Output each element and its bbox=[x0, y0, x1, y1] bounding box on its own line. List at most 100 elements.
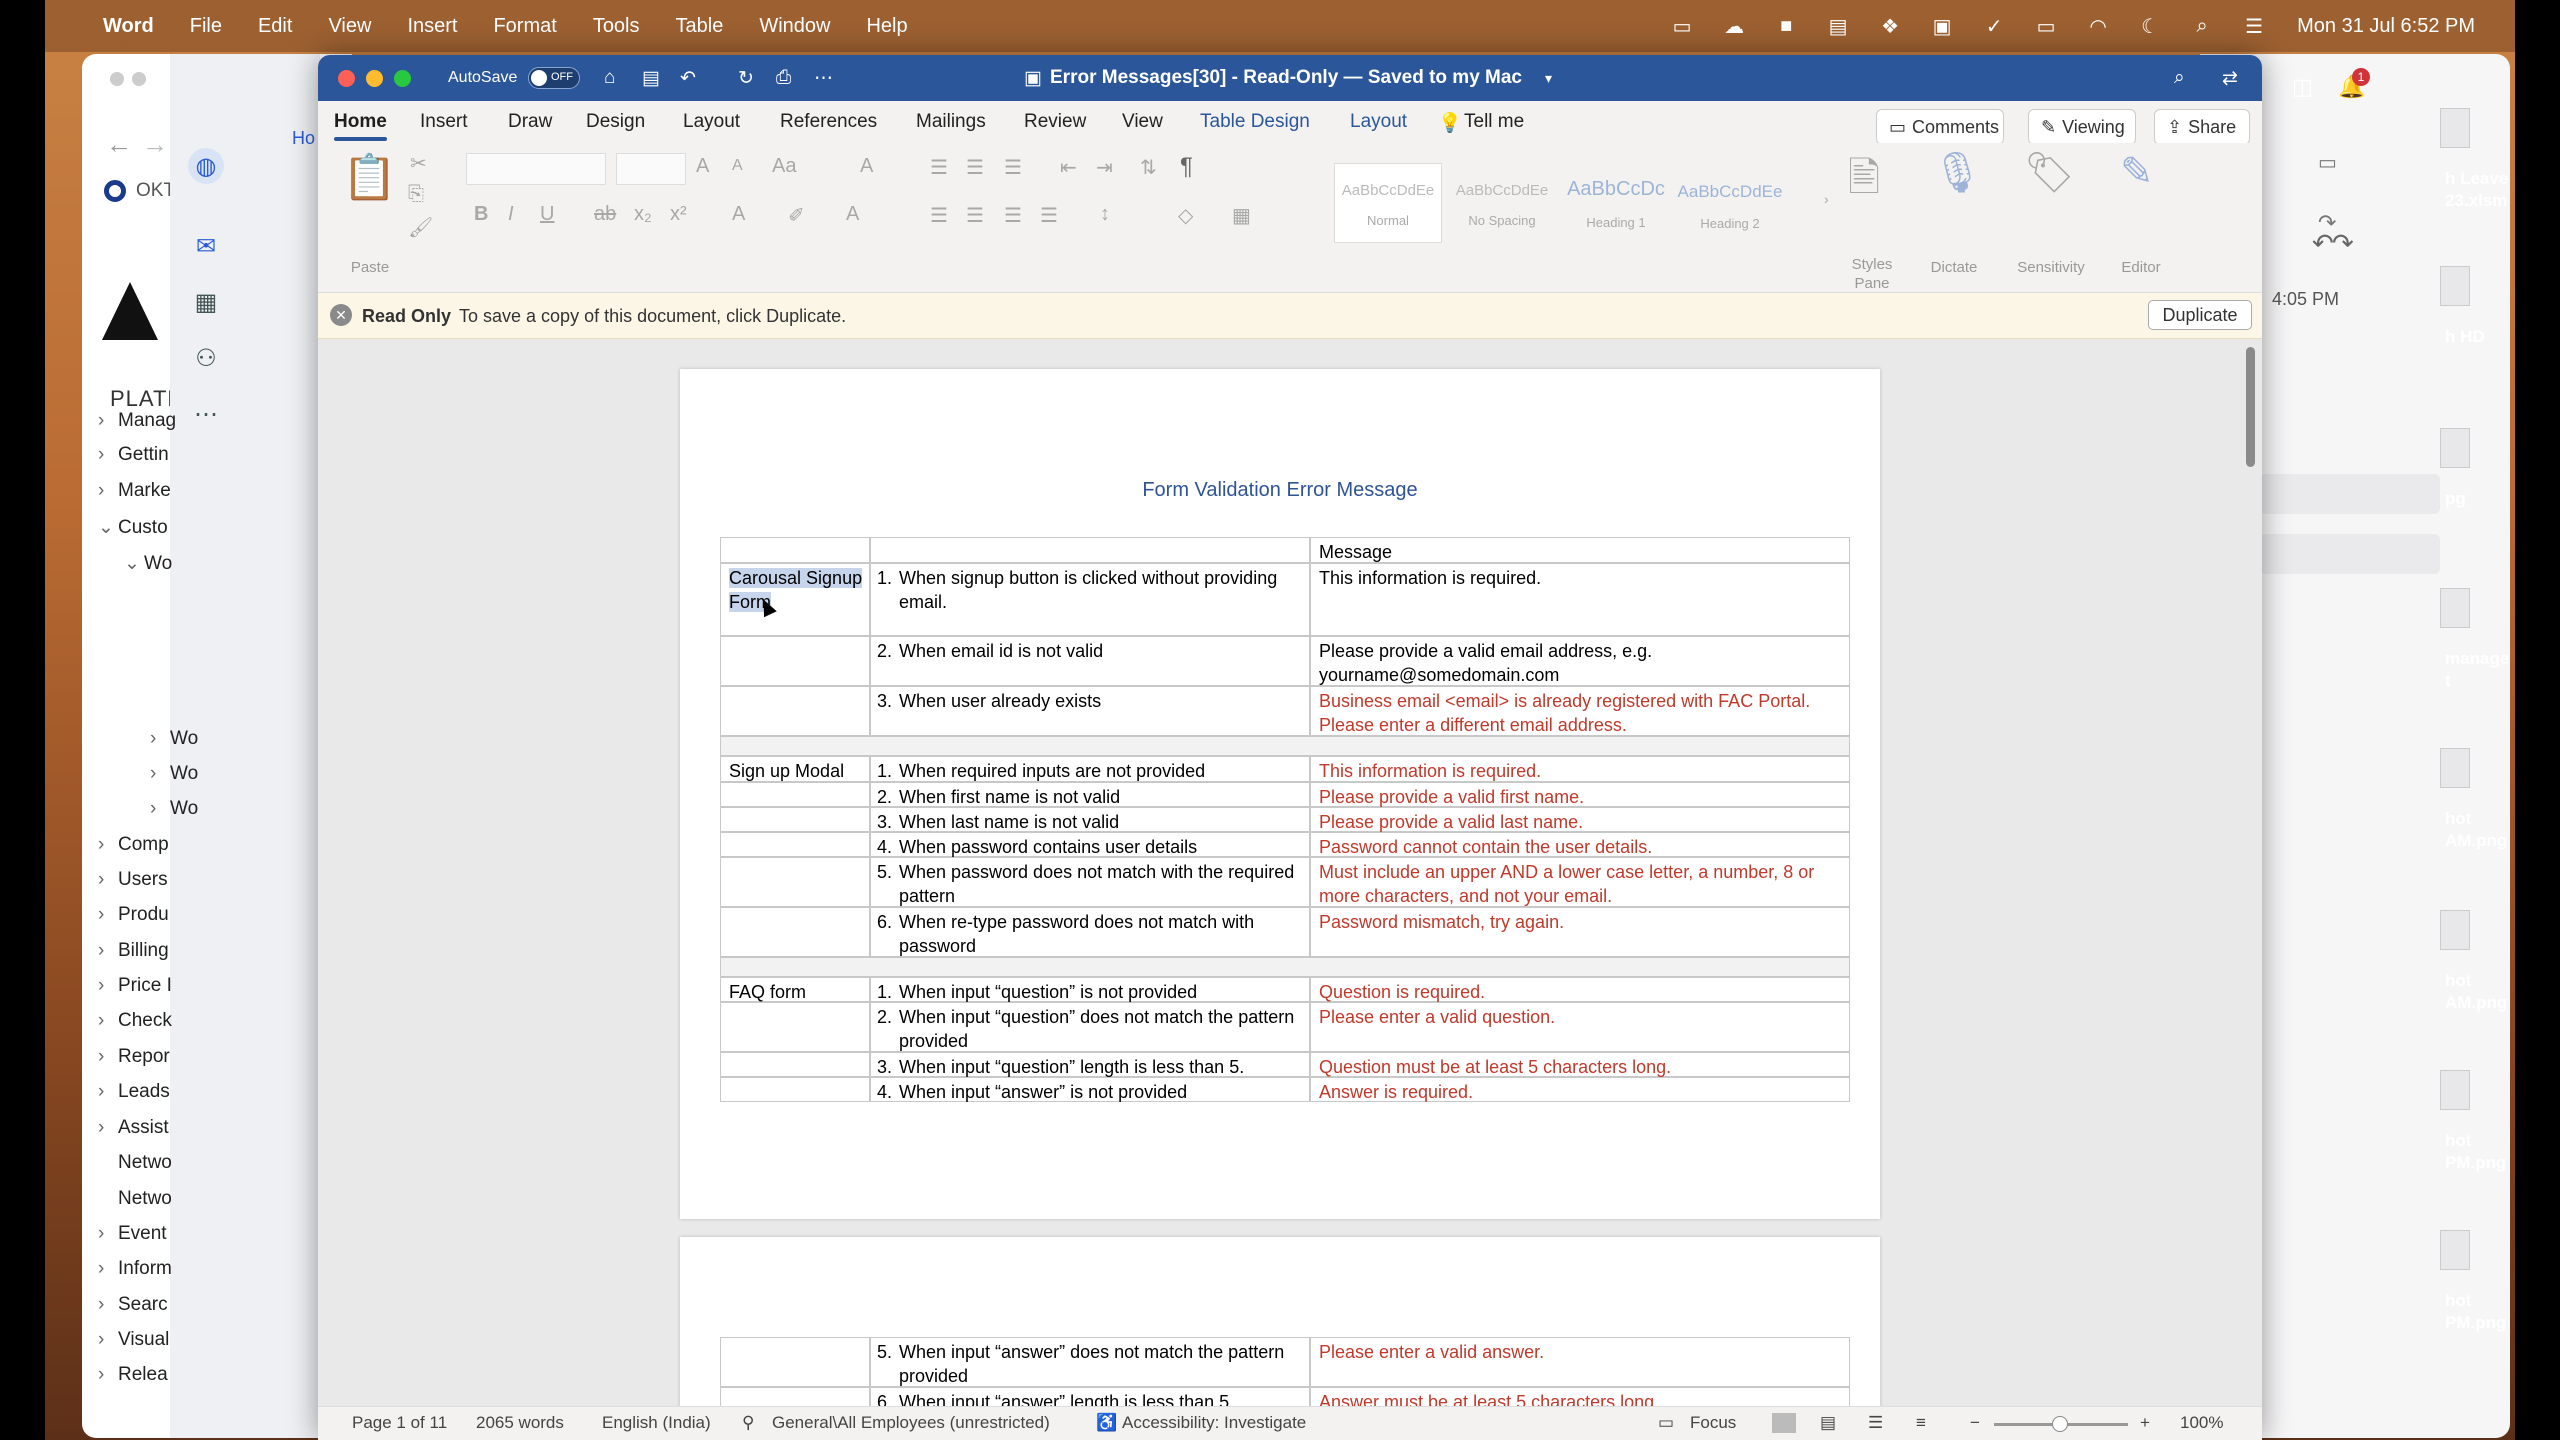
chevron-right-icon[interactable]: › bbox=[98, 869, 118, 891]
more-commands-icon[interactable]: ⋯ bbox=[814, 67, 833, 90]
chevron-right-icon[interactable]: › bbox=[98, 1364, 118, 1386]
chevron-right-icon[interactable]: › bbox=[98, 480, 118, 502]
copy-icon[interactable]: ⎘ bbox=[408, 183, 424, 206]
desktop-file-thumbnail[interactable] bbox=[2440, 108, 2470, 148]
sidebar-toggle-icon[interactable]: ▭ bbox=[2318, 150, 2337, 175]
chevron-right-icon[interactable]: › bbox=[150, 763, 170, 785]
close-window-button[interactable] bbox=[338, 70, 355, 87]
sidebar-nav-item[interactable]: › Manag bbox=[98, 410, 176, 432]
styles-pane-icon[interactable]: 🖹 bbox=[1848, 149, 1880, 217]
people-icon[interactable]: ⚇ bbox=[188, 340, 224, 376]
sidebar-nav-item[interactable]: › Visual bbox=[98, 1329, 169, 1351]
sidebar-nav-item[interactable]: Netwo bbox=[98, 1188, 172, 1210]
sidebar-nav-item[interactable]: › Inform bbox=[98, 1258, 172, 1280]
web-layout-icon[interactable]: ▤ bbox=[1820, 1413, 1836, 1433]
print-icon[interactable]: ⎙ bbox=[776, 67, 791, 89]
menu-format[interactable]: Format bbox=[493, 15, 556, 38]
font-name-select[interactable] bbox=[466, 153, 606, 185]
share-button[interactable]: ⇪ Share bbox=[2154, 109, 2250, 145]
sidebar-nav-item[interactable]: › Users bbox=[98, 869, 168, 891]
desktop-file-thumbnail[interactable] bbox=[2440, 588, 2470, 628]
chevron-right-icon[interactable]: › bbox=[98, 940, 118, 962]
line-spacing-icon[interactable]: ↕ bbox=[1100, 203, 1110, 226]
editor-icon[interactable]: ✎ bbox=[2120, 149, 2154, 195]
desktop-file-thumbnail[interactable] bbox=[2440, 910, 2470, 950]
chevron-right-icon[interactable]: › bbox=[98, 1329, 118, 1351]
microphone-icon[interactable]: 🎙 bbox=[1932, 149, 1983, 196]
chevron-right-icon[interactable]: › bbox=[98, 1010, 118, 1032]
creative-cloud-icon[interactable]: ☁ bbox=[1721, 13, 1747, 39]
borders-icon[interactable]: ▦ bbox=[1232, 203, 1251, 228]
desktop-file-thumbnail[interactable] bbox=[2440, 748, 2470, 788]
numbering-icon[interactable]: ☰ bbox=[966, 155, 984, 180]
sidebar-nav-item[interactable]: › Price I bbox=[98, 975, 172, 997]
search-icon[interactable]: ⌕ bbox=[2174, 67, 2185, 89]
subscript-icon[interactable]: x₂ bbox=[634, 203, 652, 226]
decrease-indent-icon[interactable]: ⇤ bbox=[1060, 155, 1077, 180]
menu-window[interactable]: Window bbox=[759, 15, 830, 38]
style-normal[interactable]: AaBbCcDdEe Normal bbox=[1334, 163, 1442, 243]
bold-icon[interactable]: B bbox=[474, 203, 488, 226]
sidebar-nav-item[interactable]: › Marke bbox=[98, 480, 171, 502]
vertical-scrollbar[interactable] bbox=[2246, 347, 2255, 467]
moon-icon[interactable]: ☾ bbox=[2137, 13, 2163, 39]
tab-insert[interactable]: Insert bbox=[420, 111, 468, 133]
chevron-right-icon[interactable]: › bbox=[98, 1223, 118, 1245]
chevron-right-icon[interactable]: › bbox=[98, 1258, 118, 1280]
desktop-file-label[interactable]: hot AM.png bbox=[2445, 970, 2507, 1014]
font-color-icon[interactable]: A bbox=[846, 203, 859, 226]
chevron-right-icon[interactable]: › bbox=[98, 1294, 118, 1316]
minimize-window-button[interactable] bbox=[366, 70, 383, 87]
viewing-button[interactable]: ✎ Viewing bbox=[2028, 109, 2136, 145]
zoom-in-icon[interactable]: + bbox=[2140, 1413, 2150, 1433]
document-title[interactable]: Error Messages[30] - Read-Only — Saved t… bbox=[1050, 67, 1522, 89]
zoom-window-button[interactable] bbox=[394, 70, 411, 87]
control-center-icon[interactable]: ☰ bbox=[2241, 13, 2267, 39]
chevron-down-icon[interactable]: ⌄ bbox=[98, 516, 118, 539]
shrink-font-icon[interactable]: A bbox=[732, 157, 743, 175]
share-feedback-icon[interactable]: ⇄ bbox=[2222, 67, 2238, 90]
tab-layout[interactable]: Layout bbox=[683, 111, 740, 133]
desktop-file-thumbnail[interactable] bbox=[2440, 266, 2470, 306]
desktop-file-thumbnail[interactable] bbox=[2440, 1230, 2470, 1270]
desktop-file-label[interactable]: h Leave 23.xlsm bbox=[2445, 168, 2508, 212]
battery-icon[interactable]: ▭ bbox=[2033, 13, 2059, 39]
desktop-file-thumbnail[interactable] bbox=[2440, 1070, 2470, 1110]
outline-view-icon[interactable]: ☰ bbox=[1868, 1413, 1883, 1433]
desktop-file-thumbnail[interactable] bbox=[2440, 428, 2470, 468]
menu-edit[interactable]: Edit bbox=[258, 15, 292, 38]
chevron-right-icon[interactable]: › bbox=[98, 1081, 118, 1103]
cut-icon[interactable]: ✂ bbox=[410, 151, 427, 176]
menu-table[interactable]: Table bbox=[676, 15, 724, 38]
screen-record-icon[interactable]: ■ bbox=[1773, 13, 1799, 39]
globe-icon[interactable]: ◍ bbox=[188, 148, 224, 184]
tab-table-layout[interactable]: Layout bbox=[1350, 111, 1407, 133]
tab-draw[interactable]: Draw bbox=[508, 111, 552, 133]
redo-icon[interactable]: ↻ bbox=[738, 67, 754, 90]
desktop-file-label[interactable]: manage t bbox=[2445, 648, 2509, 692]
dropbox-icon[interactable]: ❖ bbox=[1877, 13, 1903, 39]
tab-review[interactable]: Review bbox=[1024, 111, 1086, 133]
sort-icon[interactable]: ⇅ bbox=[1140, 155, 1157, 180]
sidebar-nav-item[interactable]: ⌄ Wo bbox=[124, 552, 172, 575]
accessibility-status[interactable]: Accessibility: Investigate bbox=[1122, 1413, 1306, 1433]
duplicate-button[interactable]: Duplicate bbox=[2148, 300, 2252, 330]
redo-arrow-icon[interactable]: ↷ bbox=[2332, 228, 2354, 259]
comments-button[interactable]: ▭ Comments bbox=[1876, 109, 2004, 145]
sensitivity-status[interactable]: General\All Employees (unrestricted) bbox=[772, 1413, 1050, 1433]
menu-view[interactable]: View bbox=[328, 15, 371, 38]
desktop-file-label[interactable]: hot AM.png bbox=[2445, 808, 2507, 852]
sidebar-nav-item[interactable]: › Gettin bbox=[98, 444, 169, 466]
chevron-right-icon[interactable]: › bbox=[98, 975, 118, 997]
strikethrough-icon[interactable]: ab bbox=[594, 203, 616, 226]
tab-table-design[interactable]: Table Design bbox=[1200, 111, 1310, 133]
superscript-icon[interactable]: x² bbox=[670, 203, 687, 226]
menu-tools[interactable]: Tools bbox=[593, 15, 640, 38]
sidebar-nav-item[interactable]: › Wo bbox=[150, 728, 198, 750]
cast-icon[interactable]: ▭ bbox=[1669, 13, 1695, 39]
align-center-icon[interactable]: ☰ bbox=[966, 203, 984, 228]
align-left-icon[interactable]: ☰ bbox=[930, 203, 948, 228]
format-painter-icon[interactable]: 🖌 bbox=[408, 215, 433, 240]
sidebar-nav-item[interactable]: › Comp bbox=[98, 834, 169, 856]
styles-more-chevron-icon[interactable]: › bbox=[1824, 191, 1829, 207]
